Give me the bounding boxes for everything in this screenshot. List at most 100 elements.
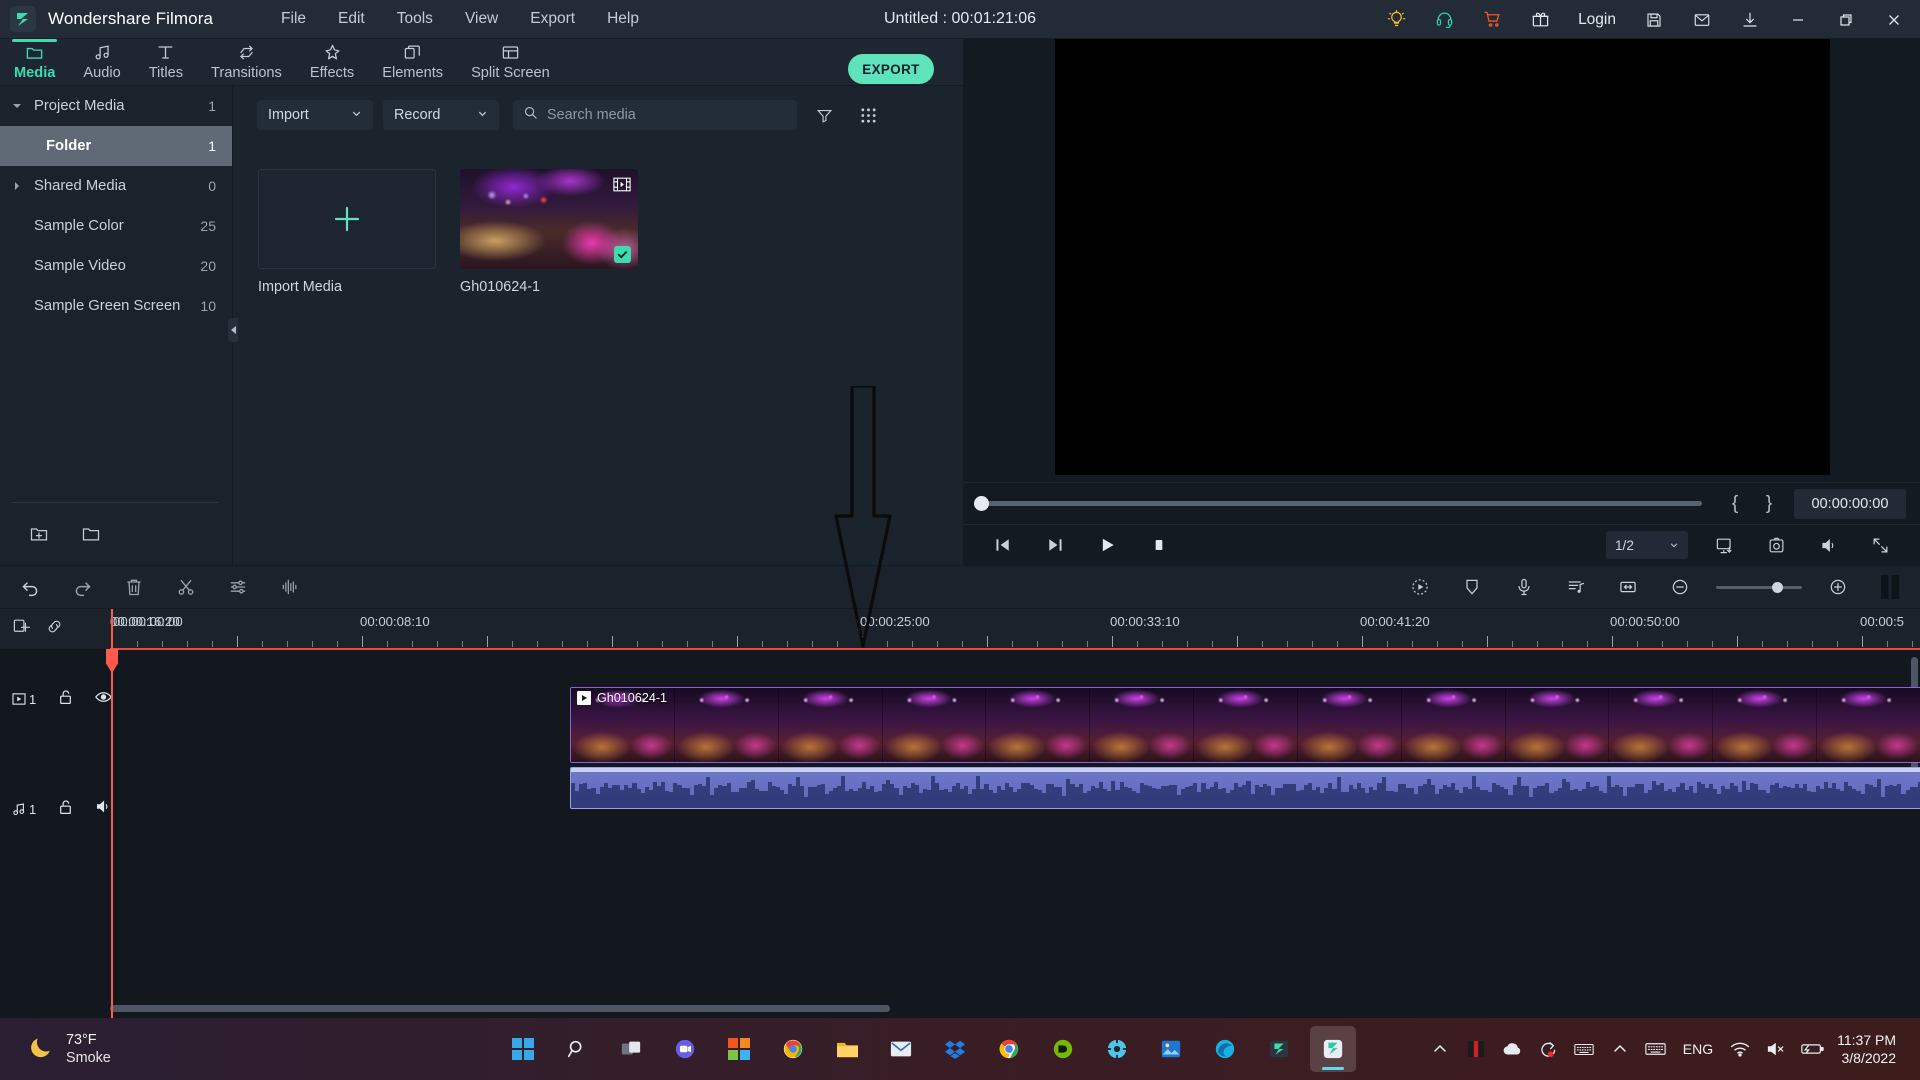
camera-snapshot-icon[interactable]: [1750, 525, 1802, 566]
volume-muted-icon[interactable]: [1759, 1026, 1793, 1072]
grid-view-icon[interactable]: [851, 100, 885, 130]
filmora-project-icon[interactable]: [1256, 1026, 1302, 1072]
bandicam-icon[interactable]: [1459, 1026, 1493, 1072]
nvidia-icon[interactable]: [1040, 1026, 1086, 1072]
add-marker-icon[interactable]: [12, 617, 31, 641]
wifi-icon[interactable]: [1723, 1026, 1757, 1072]
audio-beat-icon[interactable]: [1550, 565, 1602, 609]
playhead-handle[interactable]: [106, 649, 118, 673]
tab-transitions[interactable]: Transitions: [197, 39, 296, 86]
caret-down-icon[interactable]: [0, 101, 34, 111]
close-button[interactable]: [1870, 0, 1918, 39]
hidden-icons-chevron-up-icon[interactable]: [1603, 1026, 1637, 1072]
audio-track-icon[interactable]: 1: [12, 802, 36, 817]
edge-beta-icon[interactable]: [1202, 1026, 1248, 1072]
eye-visible-icon[interactable]: [95, 690, 112, 709]
volume-icon[interactable]: [1802, 525, 1854, 566]
tab-media[interactable]: Media: [0, 39, 69, 86]
timeline-zoom-slider[interactable]: [1716, 586, 1802, 589]
preview-seek-slider[interactable]: [977, 501, 1702, 506]
dropbox-icon[interactable]: [932, 1026, 978, 1072]
speaker-on-icon[interactable]: [95, 799, 112, 819]
play-icon[interactable]: [1081, 525, 1133, 566]
motion-tracking-icon[interactable]: [1394, 565, 1446, 609]
zoom-in-icon[interactable]: [1812, 565, 1864, 609]
search-icon[interactable]: [554, 1026, 600, 1072]
search-input[interactable]: [547, 107, 787, 123]
sidebar-item-shared-media[interactable]: Shared Media 0: [0, 166, 232, 206]
delete-icon[interactable]: [108, 565, 160, 609]
language-indicator[interactable]: ENG: [1675, 1041, 1721, 1057]
video-preview-canvas[interactable]: [1055, 39, 1830, 475]
prev-frame-icon[interactable]: [977, 525, 1029, 566]
fit-to-timeline-icon[interactable]: [1602, 565, 1654, 609]
next-frame-icon[interactable]: [1029, 525, 1081, 566]
menu-view[interactable]: View: [449, 6, 514, 32]
windows-start-icon[interactable]: [500, 1026, 546, 1072]
store-icon[interactable]: [716, 1026, 762, 1072]
menu-tools[interactable]: Tools: [381, 6, 449, 32]
redo-icon[interactable]: [56, 565, 108, 609]
task-view-icon[interactable]: [608, 1026, 654, 1072]
chrome-edge-icon[interactable]: [770, 1026, 816, 1072]
lock-open-icon[interactable]: [58, 689, 73, 710]
timeline-video-clip[interactable]: Gh010624-1: [570, 687, 1920, 763]
sidebar-item-sample-green-screen[interactable]: Sample Green Screen 10: [0, 286, 232, 326]
maximize-restore-button[interactable]: [1822, 0, 1870, 39]
timeline-playhead[interactable]: [111, 609, 113, 1018]
marker-icon[interactable]: [1864, 565, 1916, 609]
open-folder-icon[interactable]: [80, 524, 102, 549]
mail-icon[interactable]: [878, 1026, 924, 1072]
shopping-cart-icon[interactable]: [1468, 0, 1516, 39]
filter-funnel-icon[interactable]: [807, 100, 841, 130]
split-scissors-icon[interactable]: [160, 565, 212, 609]
tab-audio[interactable]: Audio: [69, 39, 134, 86]
adjust-sliders-icon[interactable]: [212, 565, 264, 609]
media-thumbnail[interactable]: [460, 169, 638, 269]
taskbar-weather-widget[interactable]: 73°F Smoke: [0, 1031, 111, 1067]
menu-edit[interactable]: Edit: [322, 6, 381, 32]
login-button[interactable]: Login: [1564, 11, 1630, 29]
taskbar-clock[interactable]: 11:37 PM 3/8/2022: [1831, 1031, 1906, 1067]
caret-right-icon[interactable]: [0, 181, 34, 191]
filmora-icon[interactable]: [1310, 1026, 1356, 1072]
preview-timecode[interactable]: 00:00:00:00: [1794, 489, 1906, 519]
panel-collapse-handle[interactable]: [228, 318, 238, 342]
menu-export[interactable]: Export: [514, 6, 591, 32]
timeline-horizontal-scrollbar[interactable]: [110, 1005, 890, 1012]
chrome-icon[interactable]: [986, 1026, 1032, 1072]
tab-elements[interactable]: Elements: [368, 39, 457, 86]
sidebar-item-sample-color[interactable]: Sample Color 25: [0, 206, 232, 246]
lock-open-icon[interactable]: [58, 799, 73, 820]
stop-icon[interactable]: [1133, 525, 1185, 566]
mark-out-button[interactable]: }: [1752, 493, 1786, 515]
video-track-icon[interactable]: 1: [12, 692, 36, 707]
timeline-zoom-handle[interactable]: [1772, 582, 1783, 593]
media-selected-checkbox[interactable]: [614, 246, 631, 263]
sidebar-item-folder[interactable]: Folder 1: [0, 126, 232, 166]
audio-mix-icon[interactable]: [264, 565, 316, 609]
sidebar-item-sample-video[interactable]: Sample Video 20: [0, 246, 232, 286]
settings-gear-icon[interactable]: [1094, 1026, 1140, 1072]
chevron-up-icon[interactable]: [1423, 1026, 1457, 1072]
import-dropdown[interactable]: Import: [257, 100, 373, 130]
sidebar-item-project-media[interactable]: Project Media 1: [0, 86, 232, 126]
timeline-audio-clip[interactable]: [570, 767, 1920, 809]
mask-shield-icon[interactable]: [1446, 565, 1498, 609]
mail-icon[interactable]: [1678, 0, 1726, 39]
support-headset-icon[interactable]: [1420, 0, 1468, 39]
undo-icon[interactable]: [4, 565, 56, 609]
menu-help[interactable]: Help: [591, 6, 655, 32]
onedrive-cloud-icon[interactable]: [1495, 1026, 1529, 1072]
download-icon[interactable]: [1726, 0, 1774, 39]
snapshot-to-timeline-icon[interactable]: [1698, 525, 1750, 566]
teams-icon[interactable]: [662, 1026, 708, 1072]
zoom-out-icon[interactable]: [1654, 565, 1706, 609]
new-folder-icon[interactable]: [28, 524, 50, 549]
file-explorer-icon[interactable]: [824, 1026, 870, 1072]
keyboard-icon[interactable]: [1567, 1026, 1601, 1072]
gift-icon[interactable]: [1516, 0, 1564, 39]
search-media-box[interactable]: [513, 100, 797, 130]
link-clips-icon[interactable]: [45, 617, 64, 641]
export-button[interactable]: EXPORT: [848, 54, 934, 84]
